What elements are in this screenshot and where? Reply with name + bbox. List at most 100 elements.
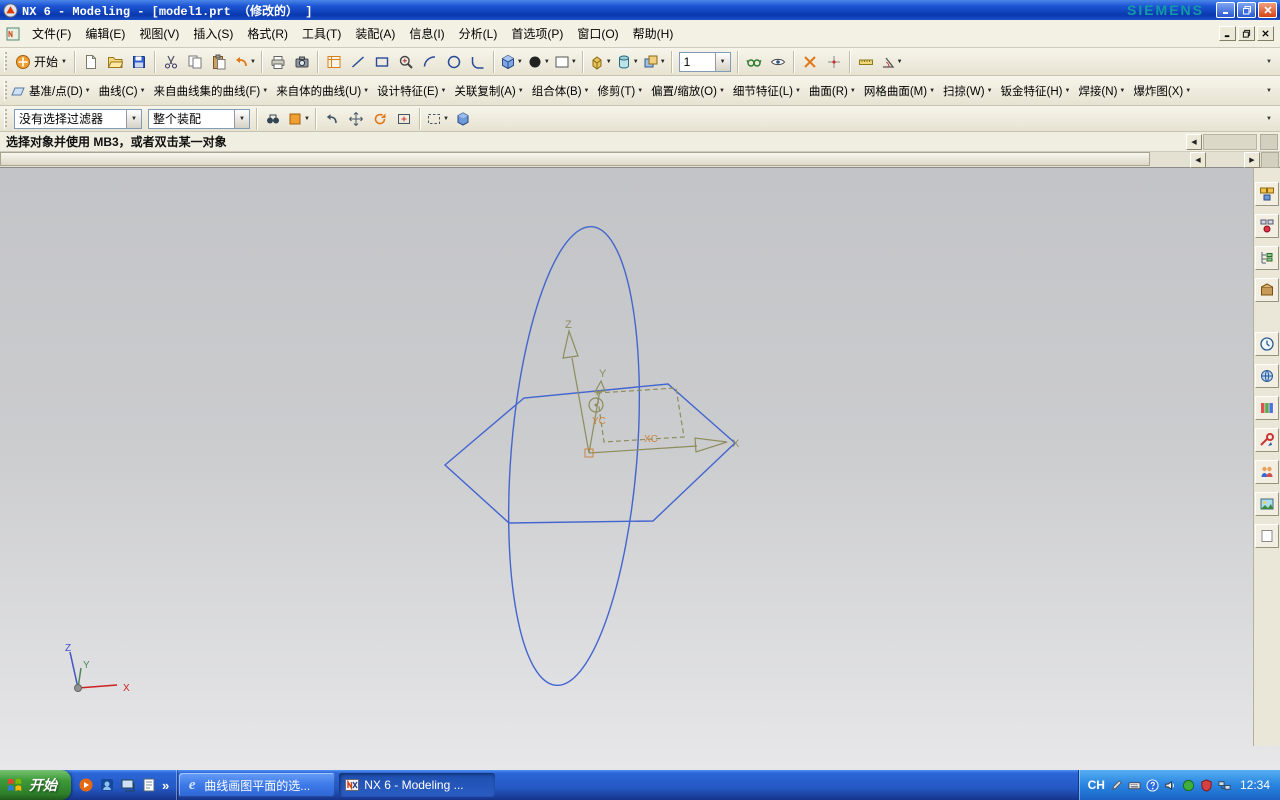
find-button[interactable]: [261, 107, 285, 131]
selection-filter-combo[interactable]: 没有选择过滤器 ▼: [14, 108, 142, 129]
feature-combine[interactable]: 组合体(B) ▼: [528, 79, 594, 103]
zoom-button[interactable]: [394, 50, 418, 74]
measure-angle-button[interactable]: ▼: [878, 50, 905, 74]
sketch-button[interactable]: [322, 50, 346, 74]
show-desktop-icon[interactable]: [120, 777, 136, 793]
arc-button[interactable]: [418, 50, 442, 74]
toolbar-overflow-button[interactable]: ▼: [1262, 88, 1276, 94]
process-studio-button[interactable]: [1255, 428, 1279, 452]
ellipse-curve[interactable]: [493, 222, 655, 690]
menu-file[interactable]: 文件(F): [25, 22, 78, 45]
feature-associative-copy[interactable]: 关联复制(A) ▼: [450, 79, 527, 103]
rectangle-button[interactable]: [370, 50, 394, 74]
glasses-button[interactable]: [742, 50, 766, 74]
horizontal-scrollbar[interactable]: ◀ ▶: [0, 152, 1280, 168]
pen-icon[interactable]: [1110, 779, 1123, 792]
fillet-button[interactable]: [466, 50, 490, 74]
rectangle-select-button[interactable]: ▼: [424, 107, 451, 131]
reuse-library-button[interactable]: [1255, 278, 1279, 302]
network-icon[interactable]: [1218, 779, 1231, 792]
previous-selection-button[interactable]: [320, 107, 344, 131]
scene-materials-button[interactable]: [1255, 492, 1279, 516]
line-button[interactable]: [346, 50, 370, 74]
dropdown-arrow-icon[interactable]: ▼: [126, 109, 141, 128]
print-button[interactable]: [266, 50, 290, 74]
feature-trim[interactable]: 修剪(T) ▼: [594, 79, 648, 103]
toolbar-overflow-button[interactable]: ▼: [1262, 59, 1276, 65]
menu-insert[interactable]: 插入(S): [186, 22, 240, 45]
toolbar-grip[interactable]: [4, 51, 7, 72]
save-button[interactable]: [127, 50, 151, 74]
quick-launch-overflow[interactable]: »: [162, 778, 169, 793]
mdi-restore-button[interactable]: [1238, 26, 1255, 41]
menu-help[interactable]: 帮助(H): [626, 22, 681, 45]
constraint-navigator-button[interactable]: [1255, 214, 1279, 238]
start-button[interactable]: 开始: [0, 770, 71, 800]
menu-tools[interactable]: 工具(T): [295, 22, 348, 45]
language-indicator[interactable]: CH: [1088, 778, 1105, 792]
background-button[interactable]: ▼: [552, 50, 579, 74]
circle-button[interactable]: [442, 50, 466, 74]
taskbar-task-nx[interactable]: NX 6 - Modeling ...: [339, 773, 496, 797]
roles-button[interactable]: [1255, 460, 1279, 484]
part-navigator-button[interactable]: [1255, 246, 1279, 270]
menu-assemblies[interactable]: 装配(A): [348, 22, 402, 45]
new-file-button[interactable]: [79, 50, 103, 74]
orbit-button[interactable]: ▼: [525, 50, 552, 74]
revolve-button[interactable]: ▼: [614, 50, 641, 74]
feature-exploded-view[interactable]: 爆炸图(X) ▼: [1129, 79, 1195, 103]
toolbar-overflow-button[interactable]: ▼: [1262, 116, 1276, 122]
rotate-view-button[interactable]: [368, 107, 392, 131]
history-button[interactable]: [1255, 332, 1279, 356]
menu-view[interactable]: 视图(V): [132, 22, 186, 45]
selection-priority-button[interactable]: ▼: [285, 107, 312, 131]
hd3d-tools-button[interactable]: [1255, 396, 1279, 420]
pan-view-button[interactable]: [344, 107, 368, 131]
snap-point-button[interactable]: [822, 50, 846, 74]
cue-scroll-track[interactable]: [1203, 133, 1257, 150]
undo-button[interactable]: ▼: [231, 50, 258, 74]
toolbar-grip[interactable]: [4, 80, 7, 101]
feature-design-feature[interactable]: 设计特征(E) ▼: [373, 79, 450, 103]
scrollbar-thumb[interactable]: [0, 152, 1150, 166]
feature-offset-scale[interactable]: 偏置/缩放(O) ▼: [647, 79, 729, 103]
feature-detail-feature[interactable]: 细节特征(L) ▼: [729, 79, 805, 103]
start-menu-button[interactable]: 开始 ▼: [11, 50, 71, 74]
toolbar-grip[interactable]: [4, 108, 7, 129]
clock[interactable]: 12:34: [1240, 778, 1270, 792]
scroll-left-button[interactable]: ◀: [1190, 152, 1206, 168]
media-player-icon[interactable]: [78, 777, 94, 793]
layer-combo[interactable]: 1 ▼: [678, 51, 731, 72]
feature-curve-from-curves[interactable]: 来自曲线集的曲线(F) ▼: [150, 79, 273, 103]
measure-distance-button[interactable]: [854, 50, 878, 74]
boolean-button[interactable]: ▼: [641, 50, 668, 74]
keyboard-icon[interactable]: [1128, 779, 1141, 792]
restore-button[interactable]: [1237, 2, 1256, 18]
menu-edit[interactable]: 编辑(E): [78, 22, 132, 45]
extrude-button[interactable]: ▼: [587, 50, 614, 74]
volume-icon[interactable]: [1164, 779, 1177, 792]
assembly-navigator-button[interactable]: [1255, 182, 1279, 206]
shield-icon[interactable]: [1200, 778, 1213, 792]
close-button[interactable]: [1258, 2, 1277, 18]
feature-sweep[interactable]: 扫掠(W) ▼: [939, 79, 996, 103]
open-button[interactable]: [103, 50, 127, 74]
paste-button[interactable]: [207, 50, 231, 74]
cue-scroll-left-button[interactable]: ◀: [1186, 133, 1202, 150]
feature-surface[interactable]: 曲面(R) ▼: [805, 79, 860, 103]
menu-preferences[interactable]: 首选项(P): [504, 22, 570, 45]
menu-format[interactable]: 格式(R): [240, 22, 295, 45]
visibility-button[interactable]: [766, 50, 790, 74]
messenger-icon[interactable]: [99, 777, 115, 793]
selection-scope-combo[interactable]: 整个装配 ▼: [148, 108, 250, 129]
graphics-scene[interactable]: Z Y X YC XC Z Y X: [0, 168, 1280, 770]
render-style-button[interactable]: ▼: [498, 50, 525, 74]
graphics-viewport[interactable]: Z Y X YC XC Z Y X: [0, 168, 1280, 770]
mdi-minimize-button[interactable]: [1219, 26, 1236, 41]
minimize-button[interactable]: [1216, 2, 1235, 18]
fit-view-button[interactable]: [392, 107, 416, 131]
web-browser-button[interactable]: [1255, 364, 1279, 388]
mdi-close-button[interactable]: [1257, 26, 1274, 41]
feature-datum-point[interactable]: 基准/点(D) ▼: [25, 79, 95, 103]
snapshot-button[interactable]: [290, 50, 314, 74]
